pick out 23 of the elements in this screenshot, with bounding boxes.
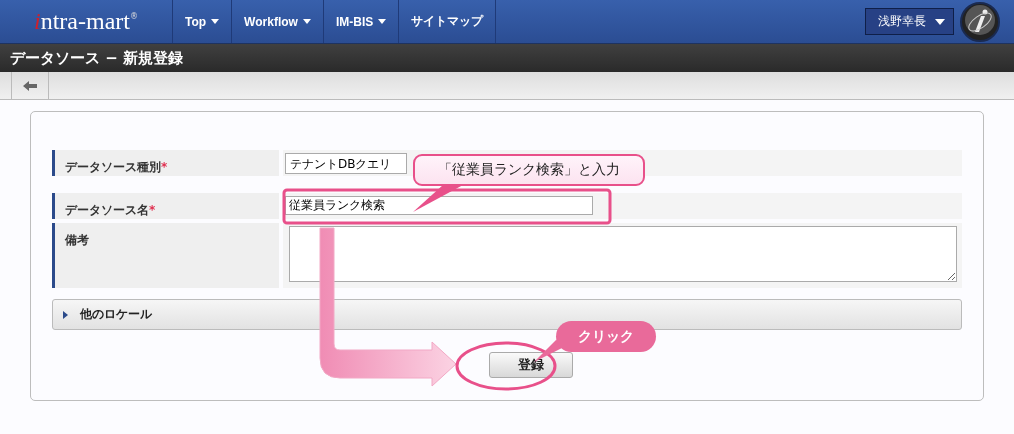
callout-pointer xyxy=(413,185,463,213)
click-badge: クリック xyxy=(556,321,656,352)
menu-item[interactable]: Top xyxy=(173,0,233,43)
field-label: データソース名* xyxy=(65,203,156,217)
registered-mark: ® xyxy=(130,12,138,21)
back-arrow-icon xyxy=(23,80,37,91)
input-field[interactable]: 従業員ランク検索 xyxy=(285,196,593,215)
user-menu[interactable]: 浅野幸長 xyxy=(865,8,954,35)
menu-item[interactable]: サイトマップ xyxy=(399,0,497,43)
page-title: データソース − 新規登録 xyxy=(10,48,183,68)
logo-icon[interactable] xyxy=(960,1,1000,42)
textarea-field[interactable] xyxy=(289,226,957,282)
menu-item[interactable]: Workflow xyxy=(232,0,324,43)
logo[interactable]: intra-mart xyxy=(34,8,130,35)
select-field[interactable]: テナントDBクエリ xyxy=(285,153,407,174)
menu-item[interactable]: IM-BIS xyxy=(323,0,400,43)
field-label: データソース種別* xyxy=(65,160,168,174)
callout: 「従業員ランク検索」と入力 xyxy=(413,154,645,186)
back-button[interactable] xyxy=(11,72,49,99)
collapsible-section[interactable]: 他のロケール xyxy=(52,299,962,330)
field-label: 備考 xyxy=(65,233,89,247)
caret-icon xyxy=(935,18,945,25)
register-button[interactable]: 登録 xyxy=(489,352,573,378)
